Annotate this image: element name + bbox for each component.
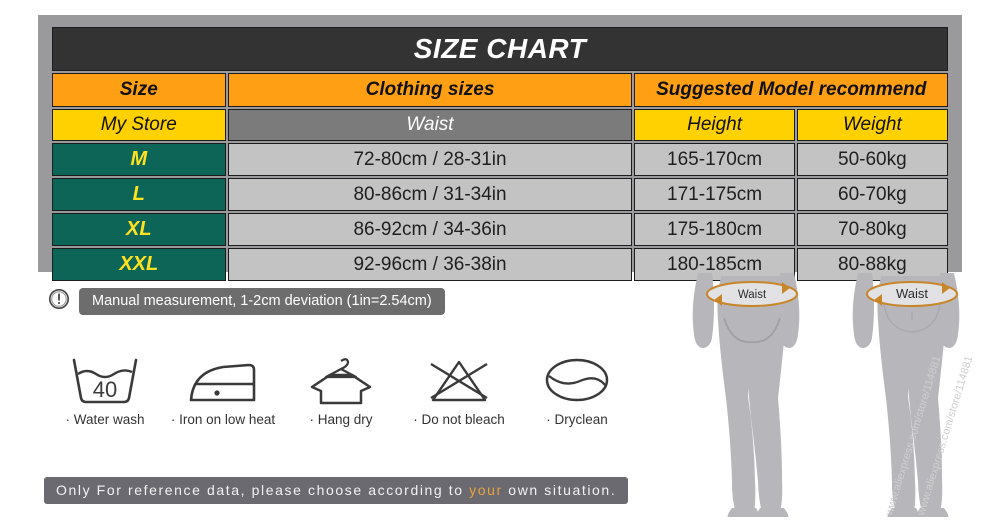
table-row: XL 86-92cm / 34-36in 175-180cm 70-80kg [52,213,948,246]
header-clothing-sizes: Clothing sizes [227,73,633,107]
footer-disclaimer: Only For reference data, please choose a… [44,477,629,504]
care-label: · Hang dry [309,412,373,427]
care-label: · Iron on low heat [170,412,276,427]
dryclean-icon [518,352,636,408]
table-title-row: SIZE CHART [52,27,948,71]
page-title: SIZE CHART [52,27,948,71]
cell-weight: 70-80kg [796,213,948,246]
table-header-primary: Size Clothing sizes Suggested Model reco… [52,73,948,107]
iron-low-heat-icon [164,352,282,408]
footer-text-before: Only For reference data, please choose a… [56,482,470,498]
footer-text-after: own situation. [502,482,617,498]
figure-back-view [692,273,800,517]
care-item-water-wash: 40 · Water wash [46,352,164,427]
cell-size: L [52,178,226,211]
table-row: M 72-80cm / 28-31in 165-170cm 50-60kg [52,143,948,176]
water-wash-temperature: 40 [93,377,117,402]
header-size: Size [52,73,226,107]
cell-height: 165-170cm [634,143,795,176]
cell-weight: 50-60kg [796,143,948,176]
figure-front-view: www.aliexpress.com/store/114881 www.alie… [852,273,975,517]
care-label: · Do not bleach [413,412,505,427]
measurement-note: Manual measurement, 1-2cm deviation (1in… [48,288,445,315]
cell-waist: 80-86cm / 31-34in [227,178,633,211]
care-label: · Water wash [65,412,145,427]
header-waist: Waist [227,109,633,141]
header-suggested-model: Suggested Model recommend [634,73,948,107]
cell-height: 171-175cm [634,178,795,211]
exclamation-circle-icon [48,288,70,315]
care-item-dryclean: · Dryclean [518,352,636,427]
cell-waist: 86-92cm / 34-36in [227,213,633,246]
do-not-bleach-icon [400,352,518,408]
size-chart-frame: SIZE CHART Size Clothing sizes Suggested… [38,15,962,281]
note-text: Manual measurement, 1-2cm deviation (1in… [79,288,445,315]
care-label: · Dryclean [546,412,608,427]
size-chart-table: SIZE CHART Size Clothing sizes Suggested… [50,25,950,283]
care-item-no-bleach: · Do not bleach [400,352,518,427]
header-weight: Weight [796,109,948,141]
water-wash-icon: 40 [46,352,164,408]
header-my-store: My Store [52,109,226,141]
cell-weight: 60-70kg [796,178,948,211]
cell-height: 175-180cm [634,213,795,246]
footer-highlight: your [469,482,503,498]
cell-size: M [52,143,226,176]
header-height: Height [634,109,795,141]
waist-label-front: Waist [896,286,928,301]
care-item-hang-dry: · Hang dry [282,352,400,427]
cell-waist: 92-96cm / 36-38in [227,248,633,281]
hang-dry-icon [282,352,400,408]
table-header-secondary: My Store Waist Height Weight [52,109,948,141]
cell-size: XL [52,213,226,246]
body-figure-illustrations: Waist www.aliexpress.com/store/114881 ww… [676,268,1000,517]
care-item-iron: · Iron on low heat [164,352,282,427]
care-instructions-row: 40 · Water wash · Iron on low heat · Han… [46,352,646,427]
cell-waist: 72-80cm / 28-31in [227,143,633,176]
cell-size: XXL [52,248,226,281]
table-row: L 80-86cm / 31-34in 171-175cm 60-70kg [52,178,948,211]
